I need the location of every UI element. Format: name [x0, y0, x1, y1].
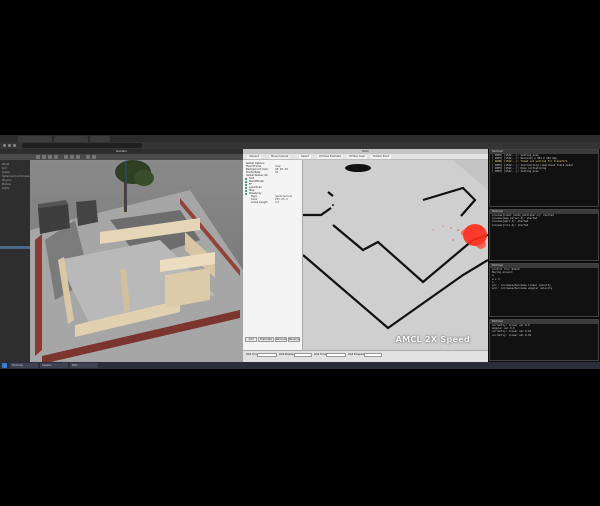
add-display-button[interactable]: Add — [245, 337, 257, 342]
rviz-window: RViz Interact Move Camera Select 2D Pose… — [243, 149, 488, 362]
ros-time-field — [257, 353, 277, 357]
property-header — [0, 246, 30, 249]
terminal-window[interactable]: Terminal Control Your Robot! Moving arou… — [489, 263, 599, 317]
terminal-line: currently: linear vel 0.02 — [492, 333, 532, 337]
wall-elapsed-field — [364, 353, 382, 357]
checkbox-icon[interactable] — [245, 187, 247, 189]
scale-mode-icon[interactable] — [54, 155, 58, 159]
remove-display-button[interactable]: Remove — [275, 337, 287, 342]
map-obstacle-blob — [345, 164, 371, 172]
light-icon[interactable] — [86, 155, 90, 159]
wall-time-field — [326, 353, 346, 357]
reload-icon[interactable] — [13, 144, 16, 147]
desktop-screen: Gazebo World GUI Scene Spherical Coordin… — [0, 135, 600, 369]
checkbox-icon[interactable] — [245, 184, 247, 186]
tree-trunk — [124, 182, 127, 212]
nav-goal-tool-button[interactable]: 2D Nav Goal — [347, 155, 367, 159]
world-tree-item[interactable]: World — [2, 163, 9, 166]
select-tool-button[interactable]: Select — [299, 155, 311, 159]
box-shape-icon[interactable] — [64, 155, 68, 159]
terminal-line: a/d : increase/decrease angular velocity — [492, 287, 553, 291]
display-label[interactable]: Arrow Length — [251, 201, 268, 204]
rotate-mode-icon[interactable] — [48, 155, 52, 159]
publish-point-tool-button[interactable]: Publish Point — [371, 155, 391, 159]
move-camera-tool-button[interactable]: Move Camera — [269, 155, 291, 159]
rename-display-button[interactable]: Rename — [288, 337, 300, 342]
browser-tab-bar — [0, 135, 600, 142]
robot-marker — [332, 204, 334, 206]
interact-tool-button[interactable]: Interact — [247, 155, 261, 159]
gazebo-world-panel: World GUI Scene Spherical Coordinates Ph… — [0, 160, 30, 362]
sphere-shape-icon[interactable] — [70, 155, 74, 159]
select-mode-icon[interactable] — [36, 155, 40, 159]
terminal-line: [ INFO] [1542...]: Setting pose — [492, 170, 539, 174]
cylinder-shape-icon[interactable] — [76, 155, 80, 159]
rviz-time-bar: ROS Time: ROS Elapsed: Wall Time: Wall E… — [243, 350, 488, 362]
terminal-window[interactable]: Terminal currently: linear vel 0.0 angul… — [489, 319, 599, 361]
terminal-line: process[rviz-4]: started — [492, 223, 529, 227]
world-tree-item[interactable]: Spherical Coordinates — [2, 175, 29, 178]
world-tree-item[interactable]: Models — [2, 183, 11, 186]
world-tree-item[interactable]: Scene — [2, 171, 10, 174]
checkbox-icon[interactable] — [245, 181, 247, 183]
checkbox-icon[interactable] — [245, 193, 247, 195]
world-tree-item[interactable]: Physics — [2, 179, 11, 182]
dark-building — [76, 200, 98, 226]
taskbar-item[interactable]: Gazebo — [40, 363, 68, 368]
world-tree-item[interactable]: Lights — [2, 187, 10, 190]
wall-elapsed-label: Wall Elapsed: — [348, 353, 365, 356]
taskbar-item[interactable]: Terminal — [10, 363, 38, 368]
map-render — [303, 160, 488, 350]
browser-address-bar — [0, 142, 600, 149]
tree-foliage — [134, 170, 154, 186]
brick-wall-left — [35, 234, 42, 356]
displays-button-row: Add Duplicate Remove Rename — [245, 335, 301, 345]
taskbar-item[interactable]: RViz — [70, 363, 98, 368]
pose-estimate-tool-button[interactable]: 2D Pose Estimate — [317, 155, 343, 159]
checkbox-icon[interactable] — [245, 178, 247, 180]
screenshot-icon[interactable] — [92, 155, 96, 159]
gazebo-3d-viewport[interactable] — [30, 160, 243, 362]
duplicate-display-button[interactable]: Duplicate — [258, 337, 274, 342]
taskbar: Terminal Gazebo RViz — [0, 362, 600, 369]
display-value[interactable]: 30 — [275, 171, 278, 174]
start-menu-icon[interactable] — [2, 363, 7, 368]
url-input[interactable] — [22, 143, 142, 148]
world-tree-item[interactable]: GUI — [2, 167, 7, 170]
display-value[interactable]: 0.3 — [275, 201, 279, 204]
forward-icon[interactable] — [8, 144, 11, 147]
terminal-window[interactable]: Terminal [ INFO] [1542...]: Setting pose… — [489, 149, 599, 207]
video-overlay-caption: AMCL 2X Speed — [395, 335, 470, 344]
rviz-3d-viewport[interactable]: AMCL 2X Speed — [303, 160, 488, 350]
terminal-stack: Terminal [ INFO] [1542...]: Setting pose… — [488, 149, 600, 362]
translate-mode-icon[interactable] — [42, 155, 46, 159]
back-icon[interactable] — [3, 144, 6, 147]
gazebo-window: Gazebo World GUI Scene Spherical Coordin… — [0, 149, 243, 362]
displays-panel: Global Options Fixed Frame map Backgroun… — [243, 160, 303, 350]
checkbox-icon[interactable] — [245, 190, 247, 192]
terminal-window[interactable]: Terminal process[robot_state_publisher-1… — [489, 209, 599, 261]
ros-elapsed-field — [294, 353, 312, 357]
